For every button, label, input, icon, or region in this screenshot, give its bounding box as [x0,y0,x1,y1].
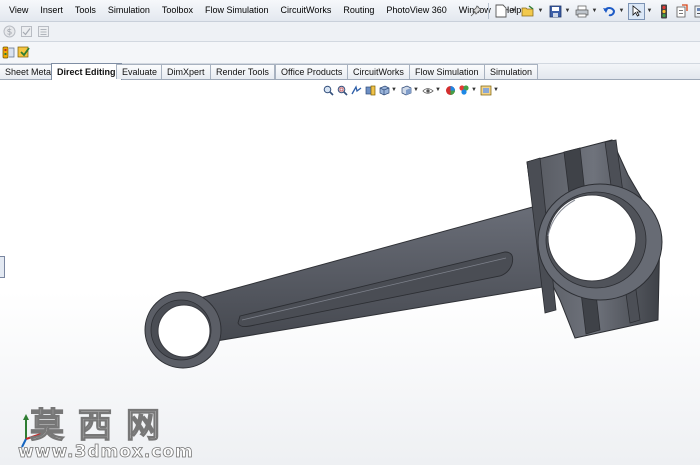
options-icon[interactable] [692,3,700,19]
view-orientation-icon[interactable] [378,84,390,96]
display-style-icon[interactable] [400,84,412,96]
heads-up-view-toolbar: ▼ ▼ ▼ ▼ ▼ [321,83,501,97]
command-manager-toolbar [0,42,700,64]
chevron-down-icon[interactable]: ▼ [435,87,441,93]
zoom-area-icon[interactable] [336,84,348,96]
file-properties-icon[interactable] [674,3,690,19]
chevron-down-icon[interactable]: ▼ [646,3,653,19]
chevron-down-icon[interactable]: ▼ [391,87,397,93]
save-icon[interactable] [547,3,563,19]
chevron-down-icon[interactable]: ▼ [510,3,517,19]
menu-routing[interactable]: Routing [337,0,380,21]
tab-direct-editing[interactable]: Direct Editing [51,63,122,80]
dollar-sign-icon[interactable]: $ [3,25,16,40]
menu-view[interactable]: View [0,0,34,21]
rebuild-traffic-light-icon[interactable] [656,3,672,19]
list-properties-icon[interactable] [37,25,50,40]
chevron-down-icon[interactable]: ▼ [564,3,571,19]
chevron-down-icon[interactable]: ▼ [413,87,419,93]
previous-view-icon[interactable] [350,84,362,96]
checkmark-document-icon[interactable] [20,25,33,40]
tab-render-tools[interactable]: Render Tools [210,64,275,79]
select-pointer-icon[interactable] [628,2,645,20]
print-icon[interactable] [574,3,590,19]
section-view-icon[interactable] [364,84,376,96]
tab-evaluate[interactable]: Evaluate [116,64,164,79]
quick-access-toolbar: ▼ ▼ ▼ ▼ ▼ ▼ [467,1,700,21]
open-folder-icon[interactable] [520,3,536,19]
tab-flow-simulation[interactable]: Flow Simulation [409,64,485,79]
menu-insert[interactable]: Insert [34,0,69,21]
menu-circuitworks[interactable]: CircuitWorks [274,0,337,21]
new-document-icon[interactable] [493,3,509,19]
rebuild-icon[interactable] [17,45,31,61]
apply-scene-icon[interactable] [458,84,470,96]
chevron-down-icon[interactable]: ▼ [537,3,544,19]
menu-photoview-360[interactable]: PhotoView 360 [380,0,452,21]
feature-manager-toggle-handle[interactable] [0,256,5,278]
traffic-light-icon[interactable] [2,45,16,61]
hide-show-items-icon[interactable] [422,84,434,96]
tab-simulation[interactable]: Simulation [484,64,539,79]
pushpin-icon[interactable] [468,3,484,19]
zoom-to-fit-icon[interactable] [322,84,334,96]
menu-tools[interactable]: Tools [69,0,102,21]
chevron-down-icon[interactable]: ▼ [618,3,625,19]
menu-flow-simulation[interactable]: Flow Simulation [199,0,275,21]
tab-office-products[interactable]: Office Products [275,64,349,79]
menu-simulation[interactable]: Simulation [102,0,156,21]
chevron-down-icon[interactable]: ▼ [493,87,499,93]
svg-text:$: $ [7,28,13,38]
chevron-down-icon[interactable]: ▼ [591,3,598,19]
edit-appearance-icon[interactable] [444,84,456,96]
secondary-toolbar: $ [0,22,700,42]
command-manager-tabs: Sheet Metal Direct Editing Evaluate DimX… [0,63,700,80]
view-settings-icon[interactable] [480,84,492,96]
menu-toolbox[interactable]: Toolbox [156,0,199,21]
tab-circuitworks[interactable]: CircuitWorks [347,64,410,79]
toolbar-separator [488,3,489,19]
watermark-logo-text: 莫西网 [29,405,174,446]
watermark-url: www.3dmox.com [18,442,194,463]
tab-dimxpert[interactable]: DimXpert [161,64,211,79]
undo-icon[interactable] [601,3,617,19]
chevron-down-icon[interactable]: ▼ [471,87,477,93]
